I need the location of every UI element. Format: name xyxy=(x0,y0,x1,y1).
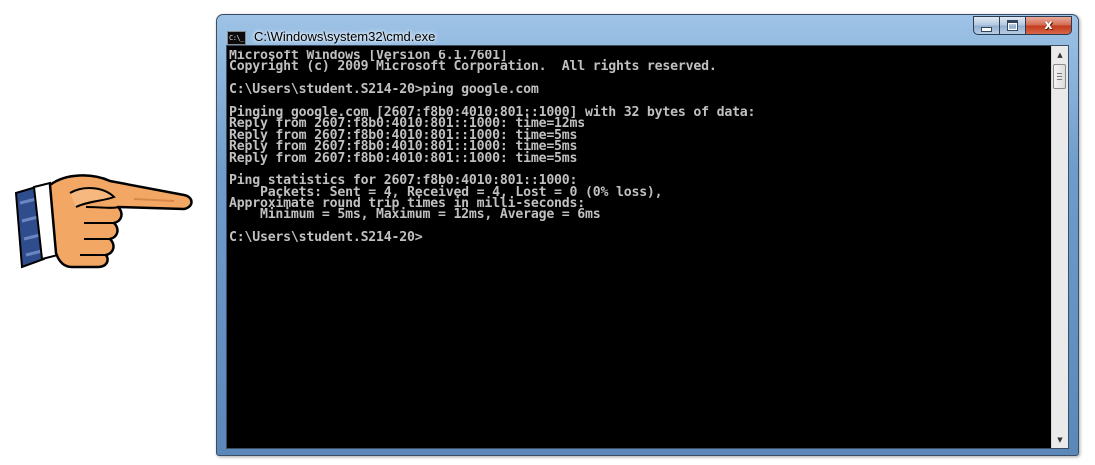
minimize-icon xyxy=(981,26,992,32)
maximize-icon xyxy=(1007,20,1018,31)
scroll-thumb[interactable] xyxy=(1053,64,1066,89)
cmd-icon[interactable]: C:\_ xyxy=(227,31,246,45)
title-bar[interactable]: C:\_ C:\Windows\system32\cmd.exe x xyxy=(217,15,1078,45)
window-title: C:\Windows\system32\cmd.exe xyxy=(254,29,436,44)
console-line: Reply from 2607:f8b0:4010:801::1000: tim… xyxy=(229,150,578,166)
minimize-button[interactable] xyxy=(973,16,1000,35)
thumb-grip xyxy=(1057,73,1062,74)
console-area[interactable]: Microsoft Windows [Version 6.1.7601] Copy… xyxy=(226,45,1069,449)
pointing-hand-icon xyxy=(14,174,193,269)
thumb-grip xyxy=(1057,76,1062,77)
thumb-grip xyxy=(1057,79,1062,80)
scroll-down-arrow-icon: ▼ xyxy=(1057,435,1063,444)
console-line: Minimum = 5ms, Maximum = 12ms, Average =… xyxy=(229,207,601,223)
close-icon: x xyxy=(1044,18,1053,33)
scroll-up-arrow-icon: ▲ xyxy=(1057,50,1063,59)
console-line: C:\Users\student.S214-20>ping google.com xyxy=(229,82,539,98)
close-button[interactable]: x xyxy=(1026,16,1072,35)
scroll-up-button[interactable]: ▲ xyxy=(1052,46,1068,63)
cmd-window: C:\_ C:\Windows\system32\cmd.exe x Micro… xyxy=(216,14,1079,456)
console-line: C:\Users\student.S214-20> xyxy=(229,230,423,246)
console-output[interactable]: Microsoft Windows [Version 6.1.7601] Copy… xyxy=(229,50,1049,446)
console-line: Copyright (c) 2009 Microsoft Corporation… xyxy=(229,59,717,75)
scroll-down-button[interactable]: ▼ xyxy=(1052,431,1068,448)
vertical-scrollbar[interactable]: ▲ ▼ xyxy=(1051,46,1068,448)
maximize-button[interactable] xyxy=(1000,16,1026,35)
caption-buttons: x xyxy=(973,16,1072,36)
